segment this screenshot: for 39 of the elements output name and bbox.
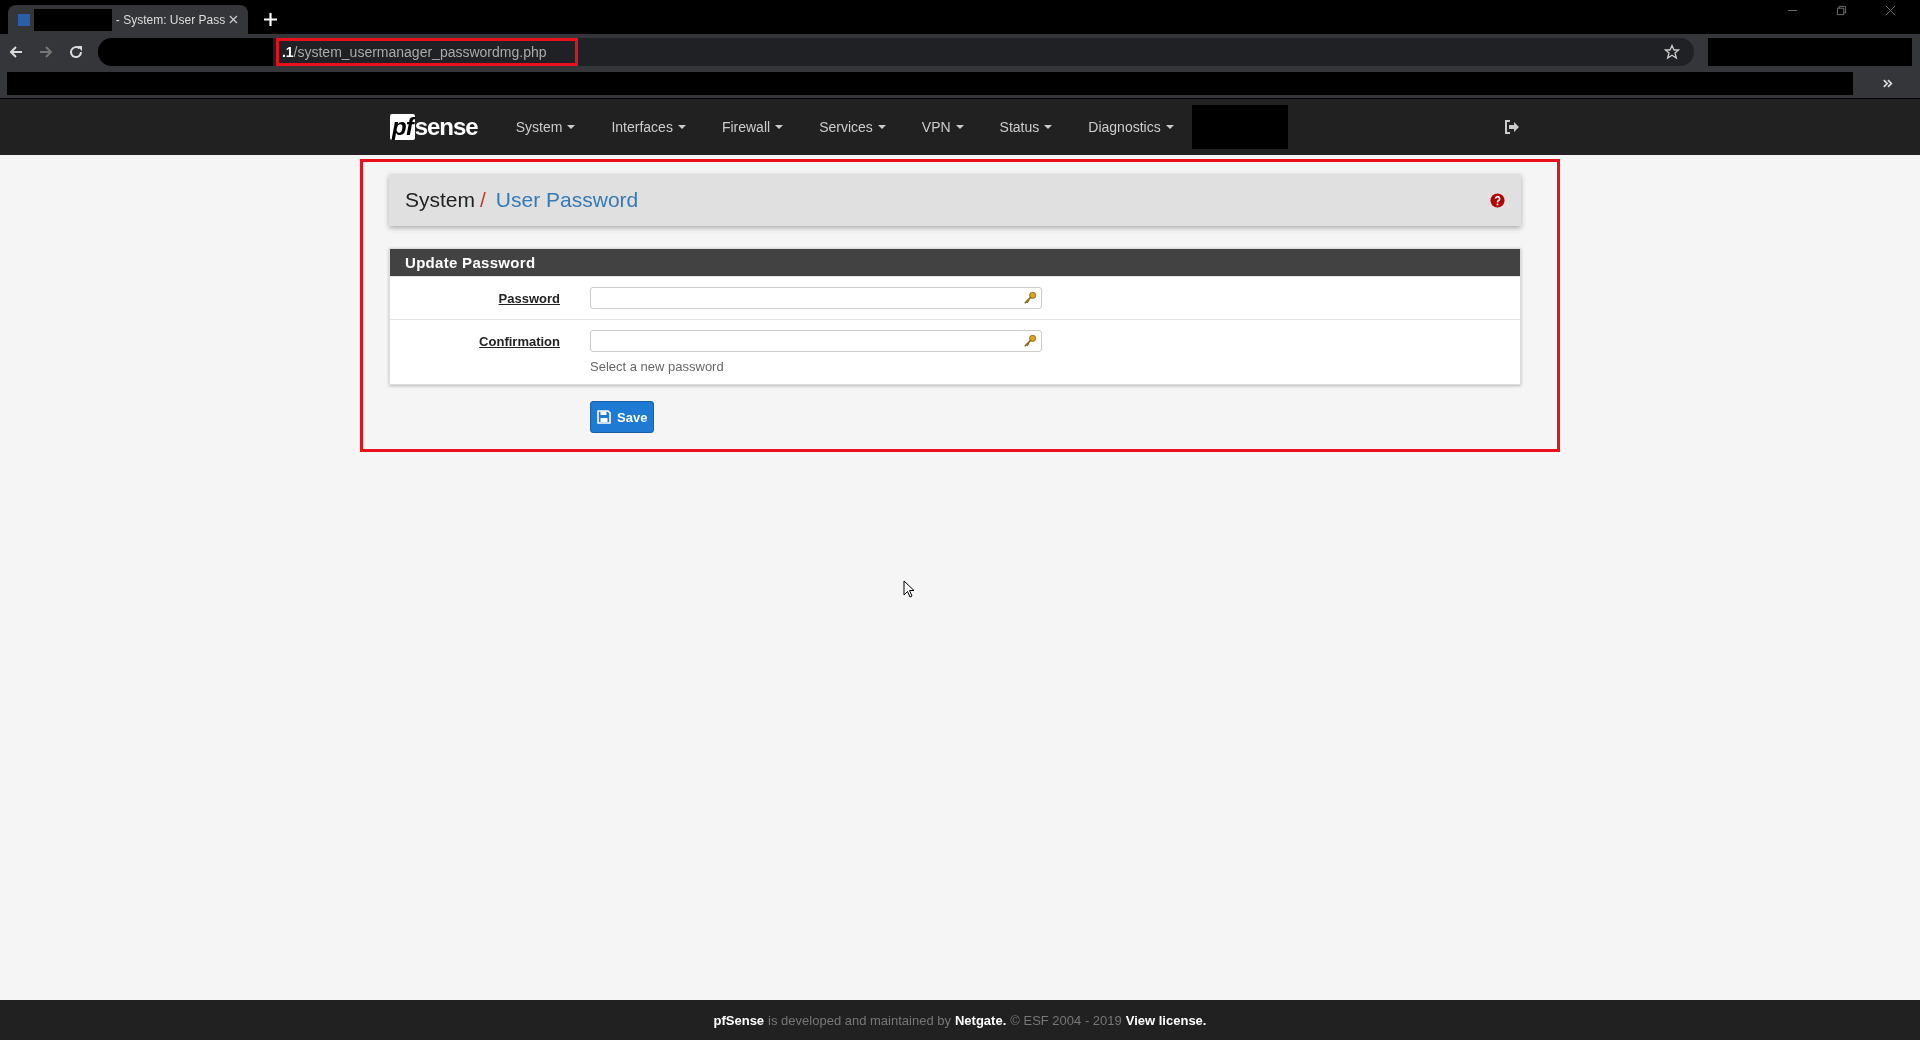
menu-item[interactable]: Interfaces: [593, 119, 704, 135]
key-icon: [1023, 334, 1037, 348]
password-field[interactable]: [590, 287, 1042, 309]
browser-tab[interactable]: - System: User Pass: [8, 5, 248, 34]
chevron-icon[interactable]: [1883, 79, 1893, 88]
menu-item[interactable]: Services: [801, 119, 904, 135]
panel-title: Update Password: [390, 249, 1520, 276]
close-icon[interactable]: [1885, 5, 1896, 16]
menu-item[interactable]: VPN: [903, 119, 982, 135]
menu-item[interactable]: Status: [981, 119, 1071, 135]
footer-brand: pfSense: [713, 1012, 765, 1028]
footer-text: © ESF 2004 - 2019: [1010, 1012, 1122, 1028]
save-button[interactable]: Save: [590, 401, 655, 433]
close-icon[interactable]: [229, 15, 238, 24]
key-icon: [1023, 291, 1037, 305]
plus-icon[interactable]: [264, 13, 277, 26]
field-label: Password: [497, 290, 561, 308]
breadcrumb-separator: /: [480, 188, 486, 212]
footer-link[interactable]: View license.: [1125, 1012, 1207, 1028]
footer-link[interactable]: Netgate.: [954, 1012, 1007, 1028]
footer-text: is developed and maintained by: [768, 1012, 951, 1028]
help-icon[interactable]: [1490, 192, 1505, 208]
tab-title: - System: User Pass: [115, 12, 226, 27]
menu-item[interactable]: Diagnostics: [1070, 119, 1192, 135]
forward-arrow-icon[interactable]: [37, 43, 54, 60]
menu-item[interactable]: System: [497, 119, 594, 135]
field-label: Confirmation: [478, 333, 561, 351]
favicon-icon: [18, 13, 30, 26]
star-icon[interactable]: [1664, 43, 1681, 60]
password-field[interactable]: [590, 330, 1042, 352]
help-text: Select a new password: [590, 359, 725, 374]
logout-icon[interactable]: [1504, 120, 1520, 134]
breadcrumb-parent[interactable]: System: [405, 188, 475, 212]
save-icon: [597, 410, 611, 424]
url-text[interactable]: .1/system_usermanager_passwordmg.php: [275, 37, 578, 66]
reload-icon[interactable]: [67, 43, 84, 60]
restore-icon[interactable]: [1836, 5, 1847, 16]
mouse-pointer-icon: [903, 580, 915, 598]
menu-item[interactable]: Firewall: [703, 119, 802, 135]
